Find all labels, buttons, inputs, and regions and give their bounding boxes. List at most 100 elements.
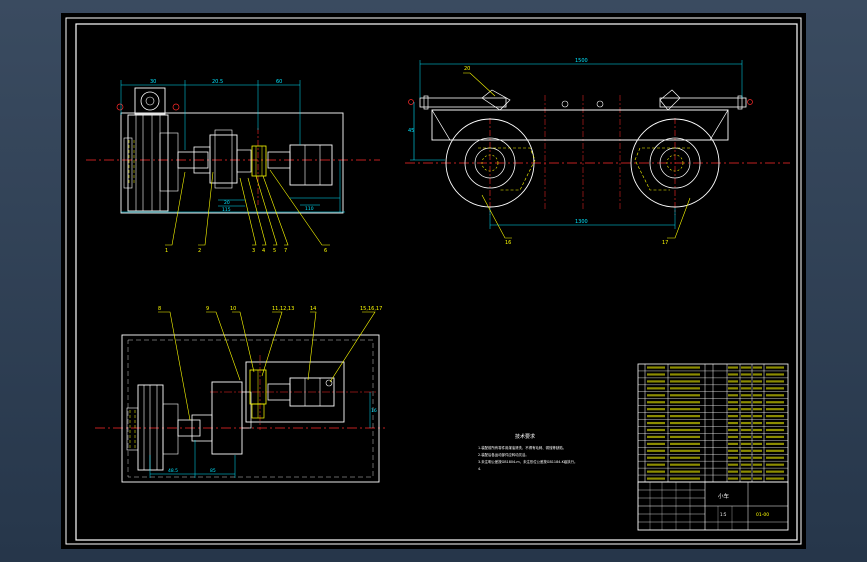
parts-cell-mark [766,442,784,445]
parts-cell-mark [647,428,665,432]
parts-cell-mark [728,415,738,418]
parts-cell-mark [647,477,665,480]
parts-cell-mark [753,373,762,376]
parts-cell-mark [647,380,665,383]
parts-cell-mark [647,408,665,411]
parts-cell-mark [728,477,738,480]
balloon-plan-8: 8 [158,306,161,312]
parts-cell-mark [741,442,751,445]
parts-cell-mark [647,470,665,473]
parts-cell-mark [766,373,784,376]
parts-cell-mark [741,401,751,404]
side-view[interactable]: 1500 1300 45 20 16 17 [405,58,790,246]
balloon-top-1: 1 [165,248,168,254]
balloon-top-2: 2 [198,248,201,254]
parts-cell-mark [647,449,665,452]
cad-viewport[interactable]: 30 20.5 60 20 115 110 1 2 3 4 5 7 6 1500… [0,0,867,562]
parts-cell-mark [766,421,784,425]
parts-cell-mark [753,456,762,459]
parts-cell-mark [741,470,751,473]
inner-border [75,23,798,541]
balloon-top-7: 6 [324,248,327,254]
parts-cell-mark [728,470,738,473]
parts-cell-mark [728,456,738,459]
dim-side-bottom: 1300 [575,219,588,225]
parts-cell-mark [766,415,784,418]
parts-cell-mark [766,449,784,452]
balloon-plan-10: 10 [230,306,236,312]
parts-cell-mark [741,456,751,459]
parts-list[interactable] [637,363,789,483]
parts-cell-mark [766,366,784,369]
parts-cell-mark [728,387,738,390]
parts-cell-mark [766,456,784,459]
parts-cell-mark [670,380,700,383]
parts-cell-mark [766,387,784,390]
parts-cell-mark [741,463,751,466]
parts-cell-mark [647,401,665,404]
parts-cell-mark [753,421,762,425]
parts-cell-mark [753,442,762,445]
dim-top-6: 110 [305,206,314,212]
plan-view-leaders [158,311,376,421]
notes-line-2: 2.装配后各运动部件应转动灵活。 [478,452,529,457]
parts-cell-mark [766,380,784,383]
balloon-top-5: 5 [273,248,276,254]
parts-cell-mark [766,463,784,466]
parts-cell-mark [753,428,762,432]
parts-cell-mark [670,477,700,480]
parts-cell-mark [670,442,700,445]
plan-view[interactable]: 48.5 85 16 8 9 10 11,12,13 14 15,16,17 [95,306,385,483]
balloon-top-4: 4 [262,248,265,254]
top-view[interactable]: 30 20.5 60 20 115 110 1 2 3 4 5 7 6 [86,79,380,254]
parts-cell-mark [670,449,700,452]
parts-cell-mark [753,380,762,383]
parts-cell-mark [753,387,762,390]
parts-cell-mark [741,415,751,418]
parts-cell-mark [728,394,738,397]
parts-cell-mark [670,401,700,404]
parts-cell-mark [741,366,751,369]
dim-plan-3: 16 [371,408,377,414]
parts-cell-mark [647,435,665,439]
balloon-top-3: 3 [252,248,255,254]
parts-cell-mark [728,401,738,404]
title-drawing-no: 01-00 [756,512,769,518]
parts-cell-mark [753,408,762,411]
parts-cell-mark [670,415,700,418]
title-name: 小车 [718,492,730,500]
notes-line-4: 4. [478,467,481,471]
parts-cell-mark [766,470,784,473]
parts-cell-mark [766,408,784,411]
balloon-plan-11: 11,12,13 [272,306,294,312]
title-block[interactable]: 小车 01-00 1:5 [637,481,789,531]
dim-top-1: 30 [150,79,156,85]
parts-cell-mark [753,477,762,480]
parts-cell-mark [670,463,700,466]
parts-cell-mark [741,373,751,376]
parts-cell-mark [753,366,762,369]
dim-plan-2: 85 [210,468,216,474]
parts-cell-mark [670,456,700,459]
parts-cell-mark [766,428,784,432]
parts-cell-mark [647,421,665,425]
parts-cell-mark [753,394,762,397]
parts-cell-mark [766,435,784,439]
parts-cell-mark [670,366,700,369]
parts-cell-mark [647,394,665,397]
technical-notes: 技术要求 1.装配前所有零件用煤油清洗，不得有毛刺、锈蚀等缺陷。 2.装配后各运… [478,433,577,471]
dim-top-4: 20 [224,200,230,206]
dim-plan-1: 48.5 [168,468,178,474]
parts-cell-mark [728,463,738,466]
parts-cell-mark [741,380,751,383]
parts-cell-mark [753,470,762,473]
parts-cell-mark [766,394,784,397]
parts-cell-mark [753,435,762,439]
parts-cell-mark [647,463,665,466]
balloon-side-17: 17 [662,240,668,246]
balloon-plan-15: 15,16,17 [360,306,382,312]
balloon-side-20: 20 [464,66,470,72]
parts-cell-mark [647,387,665,390]
parts-cell-mark [728,373,738,376]
parts-cell-mark [741,477,751,480]
